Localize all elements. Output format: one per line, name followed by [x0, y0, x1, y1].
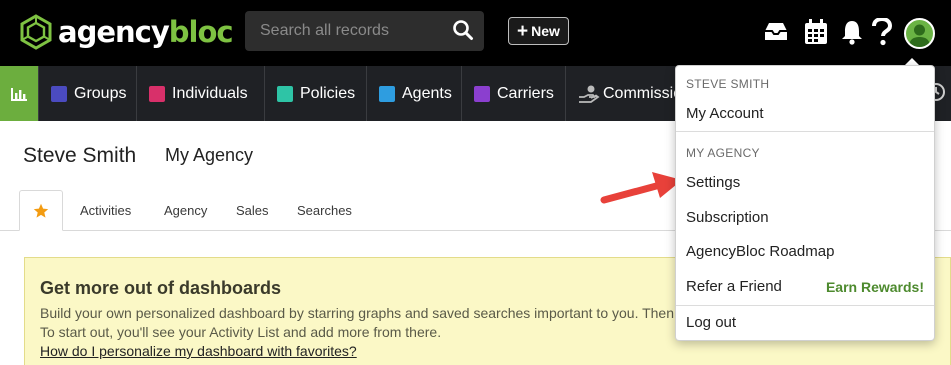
plus-icon: +	[517, 20, 529, 42]
nav-item-label: Carriers	[497, 84, 554, 102]
search-input[interactable]: Search all records	[245, 11, 484, 51]
carriers-color-icon	[474, 85, 490, 102]
page-title: Steve Smith	[23, 144, 137, 167]
user-menu-header: STEVE SMITH	[686, 77, 770, 91]
help-icon[interactable]	[868, 17, 896, 47]
tab-agency[interactable]: Agency	[164, 203, 207, 218]
calendar-icon[interactable]	[802, 17, 830, 47]
nav-item-label: Individuals	[172, 84, 248, 102]
my-account-menu-item[interactable]: My Account	[686, 105, 764, 122]
agency-name[interactable]: My Agency	[165, 145, 253, 166]
bar-chart-icon	[11, 87, 27, 101]
earn-rewards-badge[interactable]: Earn Rewards!	[826, 279, 924, 295]
tab-activities[interactable]: Activities	[80, 203, 131, 218]
hand-coin-icon	[579, 85, 600, 103]
settings-menu-item[interactable]: Settings	[686, 174, 740, 191]
menu-divider	[676, 131, 934, 132]
nav-item-commissions[interactable]: Commissio	[565, 66, 685, 121]
agency-menu-header: MY AGENCY	[686, 146, 760, 160]
nav-item-policies[interactable]: Policies	[264, 66, 366, 121]
nav-item-label: Agents	[402, 84, 452, 102]
banner-text-2: To start out, you'll see your Activity L…	[40, 324, 442, 340]
roadmap-menu-item[interactable]: AgencyBloc Roadmap	[686, 243, 834, 260]
user-avatar-icon[interactable]	[904, 18, 935, 49]
new-button-label: New	[531, 23, 560, 39]
annotation-arrow-icon	[600, 172, 682, 204]
inbox-icon[interactable]	[762, 17, 790, 47]
agencybloc-logo[interactable]: agencybloc	[18, 12, 234, 52]
nav-item-agents[interactable]: Agents	[366, 66, 461, 121]
tab-searches[interactable]: Searches	[297, 203, 352, 218]
individuals-color-icon	[149, 85, 165, 102]
menu-divider	[676, 305, 934, 306]
logo-text: agencybloc	[58, 15, 234, 49]
search-icon[interactable]	[452, 19, 474, 41]
banner-title: Get more out of dashboards	[40, 278, 282, 298]
help-link[interactable]: How do I personalize my dashboard with f…	[40, 343, 357, 359]
new-record-button[interactable]: + New	[508, 17, 569, 45]
user-menu-dropdown: STEVE SMITH My Account MY AGENCY Setting…	[675, 65, 935, 341]
nav-item-individuals[interactable]: Individuals	[136, 66, 264, 121]
bell-icon[interactable]	[838, 17, 866, 47]
refer-a-friend-menu-item[interactable]: Refer a Friend	[686, 278, 782, 295]
top-bar: agencybloc Search all records + New	[0, 0, 951, 66]
tab-favorites[interactable]	[19, 190, 63, 231]
agents-color-icon	[379, 85, 395, 102]
groups-color-icon	[51, 85, 67, 102]
nav-item-label: Groups	[74, 84, 127, 102]
policies-color-icon	[277, 85, 293, 102]
subscription-menu-item[interactable]: Subscription	[686, 209, 769, 226]
nav-item-carriers[interactable]: Carriers	[461, 66, 565, 121]
star-icon	[33, 203, 49, 218]
nav-item-label: Commissio	[603, 84, 683, 102]
nav-item-groups[interactable]: Groups	[38, 66, 136, 121]
search-placeholder: Search all records	[260, 22, 389, 39]
dashboard-nav-button[interactable]	[0, 66, 38, 121]
cube-logo-icon	[20, 14, 52, 50]
nav-item-label: Policies	[300, 84, 356, 102]
tab-sales[interactable]: Sales	[236, 203, 269, 218]
log-out-menu-item[interactable]: Log out	[686, 314, 736, 331]
banner-text-1: Build your own personalized dashboard by…	[40, 305, 675, 321]
